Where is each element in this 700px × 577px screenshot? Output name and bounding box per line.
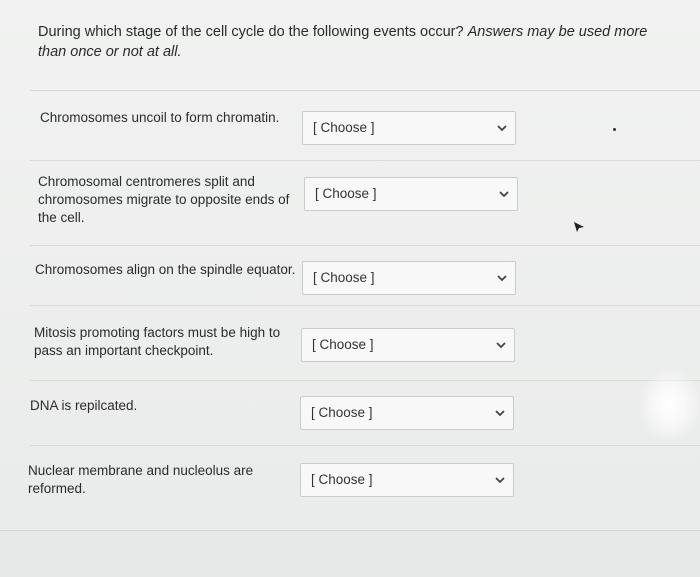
match-row: Nuclear membrane and nucleolus are refor… bbox=[28, 445, 700, 531]
event-label: Chromosomal centromeres split and chromo… bbox=[38, 174, 290, 225]
chevron-down-icon bbox=[496, 342, 506, 349]
event-label: DNA is repilcated. bbox=[30, 398, 138, 413]
answer-select[interactable]: [ Choose ] bbox=[302, 261, 516, 295]
select-value: [ Choose ] bbox=[313, 270, 375, 285]
match-row: DNA is repilcated. [ Choose ] bbox=[30, 380, 700, 446]
quiz-frame: During which stage of the cell cycle do … bbox=[0, 0, 700, 577]
event-label: Chromosomes uncoil to form chromatin. bbox=[40, 110, 280, 125]
answer-select[interactable]: [ Choose ] bbox=[302, 111, 516, 145]
question-prompt: During which stage of the cell cycle do … bbox=[38, 24, 464, 40]
answer-select[interactable]: [ Choose ] bbox=[301, 328, 515, 362]
select-value: [ Choose ] bbox=[313, 120, 375, 135]
screen-speck bbox=[613, 128, 616, 131]
chevron-down-icon bbox=[495, 410, 505, 417]
select-value: [ Choose ] bbox=[311, 405, 373, 420]
chevron-down-icon bbox=[499, 191, 509, 198]
event-label: Chromosomes align on the spindle equator… bbox=[35, 262, 296, 277]
select-value: [ Choose ] bbox=[312, 337, 374, 352]
chevron-down-icon bbox=[495, 477, 505, 484]
mouse-cursor-icon bbox=[574, 222, 584, 232]
event-label: Nuclear membrane and nucleolus are refor… bbox=[28, 463, 254, 496]
answer-select[interactable]: [ Choose ] bbox=[300, 463, 514, 497]
match-row: Chromosomes uncoil to form chromatin. [ … bbox=[30, 90, 700, 161]
match-row: Chromosomes align on the spindle equator… bbox=[30, 245, 700, 306]
select-value: [ Choose ] bbox=[311, 472, 373, 487]
footer-divider bbox=[0, 530, 700, 577]
match-row: Mitosis promoting factors must be high t… bbox=[30, 305, 700, 381]
answer-select[interactable]: [ Choose ] bbox=[304, 177, 518, 211]
screen-glare bbox=[640, 370, 700, 440]
event-label: Mitosis promoting factors must be high t… bbox=[34, 325, 281, 358]
chevron-down-icon bbox=[497, 125, 507, 132]
select-value: [ Choose ] bbox=[315, 186, 377, 201]
chevron-down-icon bbox=[497, 275, 507, 282]
answer-select[interactable]: [ Choose ] bbox=[300, 396, 514, 430]
question-text: During which stage of the cell cycle do … bbox=[38, 22, 678, 62]
match-row: Chromosomal centromeres split and chromo… bbox=[30, 160, 700, 246]
